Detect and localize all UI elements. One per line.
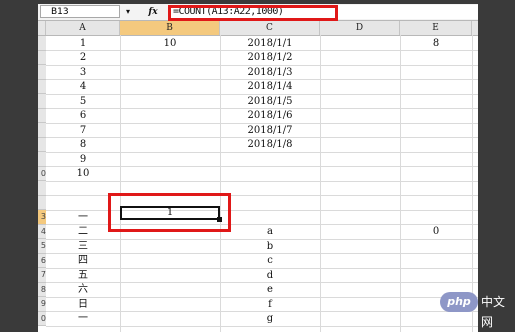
cell-e14[interactable]: 0 xyxy=(400,225,472,239)
row-header[interactable] xyxy=(38,123,46,138)
row-header[interactable]: 9 xyxy=(38,297,46,312)
row-header[interactable]: 8 xyxy=(38,282,46,297)
formula-bar: B13 ▾ fx =COUNT(A13:A22,1000) xyxy=(38,4,478,21)
row-header[interactable]: 4 xyxy=(38,224,46,239)
cell-a4[interactable]: 4 xyxy=(46,80,120,94)
cell-a16[interactable]: 四 xyxy=(46,254,120,268)
cell-a8[interactable]: 8 xyxy=(46,138,120,152)
column-header-e[interactable]: E xyxy=(400,21,472,35)
column-header-d[interactable]: D xyxy=(320,21,400,35)
cell-c17[interactable]: d xyxy=(220,269,320,283)
cell-a20[interactable]: 一 xyxy=(46,312,120,326)
php-logo: php xyxy=(440,292,478,312)
column-header-c[interactable]: C xyxy=(220,21,320,35)
cell-a15[interactable]: 三 xyxy=(46,240,120,254)
cell-a6[interactable]: 6 xyxy=(46,109,120,123)
row-header[interactable] xyxy=(38,108,46,123)
row-header[interactable] xyxy=(38,36,46,51)
cell-a1[interactable]: 1 xyxy=(46,37,120,51)
cell-a19[interactable]: 日 xyxy=(46,298,120,312)
column-headers: A B C D E F xyxy=(38,21,478,36)
name-box[interactable]: B13 xyxy=(40,5,120,18)
cell-c8[interactable]: 2018/1/8 xyxy=(220,138,320,152)
row-header[interactable] xyxy=(38,137,46,152)
cell-a17[interactable]: 五 xyxy=(46,269,120,283)
column-header-b[interactable]: B xyxy=(120,21,220,35)
spreadsheet: B13 ▾ fx =COUNT(A13:A22,1000) A B C D E … xyxy=(38,4,478,332)
cell-a7[interactable]: 7 xyxy=(46,124,120,138)
row-header[interactable]: 3 xyxy=(38,210,46,225)
grid-body: 1 10 2018/1/1 8 2 2018/1/2 3 2018/1/3 4 2018/1/4 5… xyxy=(38,36,478,332)
function-icon[interactable]: fx xyxy=(140,4,166,20)
row-header[interactable] xyxy=(38,79,46,94)
cell-c5[interactable]: 2018/1/5 xyxy=(220,95,320,109)
cell-a3[interactable]: 3 xyxy=(46,66,120,80)
row-header[interactable] xyxy=(38,94,46,109)
row-header[interactable] xyxy=(38,50,46,65)
row-header[interactable]: 0 xyxy=(38,166,46,181)
cell-a18[interactable]: 六 xyxy=(46,283,120,297)
cell-c4[interactable]: 2018/1/4 xyxy=(220,80,320,94)
watermark: php 中文网 xyxy=(440,290,510,329)
cell-c3[interactable]: 2018/1/3 xyxy=(220,66,320,80)
cell-c2[interactable]: 2018/1/2 xyxy=(220,51,320,65)
row-header[interactable]: 0 xyxy=(38,311,46,326)
row-header[interactable] xyxy=(38,195,46,210)
cell-c15[interactable]: b xyxy=(220,240,320,254)
cell-c16[interactable]: c xyxy=(220,254,320,268)
row-header[interactable]: 7 xyxy=(38,268,46,283)
row-header[interactable] xyxy=(38,152,46,167)
watermark-text: 中文网 xyxy=(481,295,506,329)
cell-c18[interactable]: e xyxy=(220,283,320,297)
formula-highlight-box xyxy=(168,5,338,21)
cell-c6[interactable]: 2018/1/6 xyxy=(220,109,320,123)
cell-c14[interactable]: a xyxy=(220,225,320,239)
cell-a10[interactable]: 10 xyxy=(46,167,120,181)
chevron-down-icon[interactable]: ▾ xyxy=(122,6,134,18)
select-all-corner[interactable] xyxy=(38,21,46,35)
row-header[interactable] xyxy=(38,65,46,80)
cell-a5[interactable]: 5 xyxy=(46,95,120,109)
cell-a9[interactable]: 9 xyxy=(46,153,120,167)
cell-b1[interactable]: 10 xyxy=(120,37,220,51)
cell-highlight-box xyxy=(108,193,231,232)
row-header[interactable] xyxy=(38,181,46,196)
cell-c1[interactable]: 2018/1/1 xyxy=(220,37,320,51)
cell-c7[interactable]: 2018/1/7 xyxy=(220,124,320,138)
row-header[interactable]: 5 xyxy=(38,239,46,254)
column-header-f[interactable]: F xyxy=(472,21,478,35)
cell-c19[interactable]: f xyxy=(220,298,320,312)
cell-a2[interactable]: 2 xyxy=(46,51,120,65)
row-header[interactable]: 6 xyxy=(38,253,46,268)
cell-e1[interactable]: 8 xyxy=(400,37,472,51)
column-header-a[interactable]: A xyxy=(46,21,120,35)
cell-c20[interactable]: g xyxy=(220,312,320,326)
